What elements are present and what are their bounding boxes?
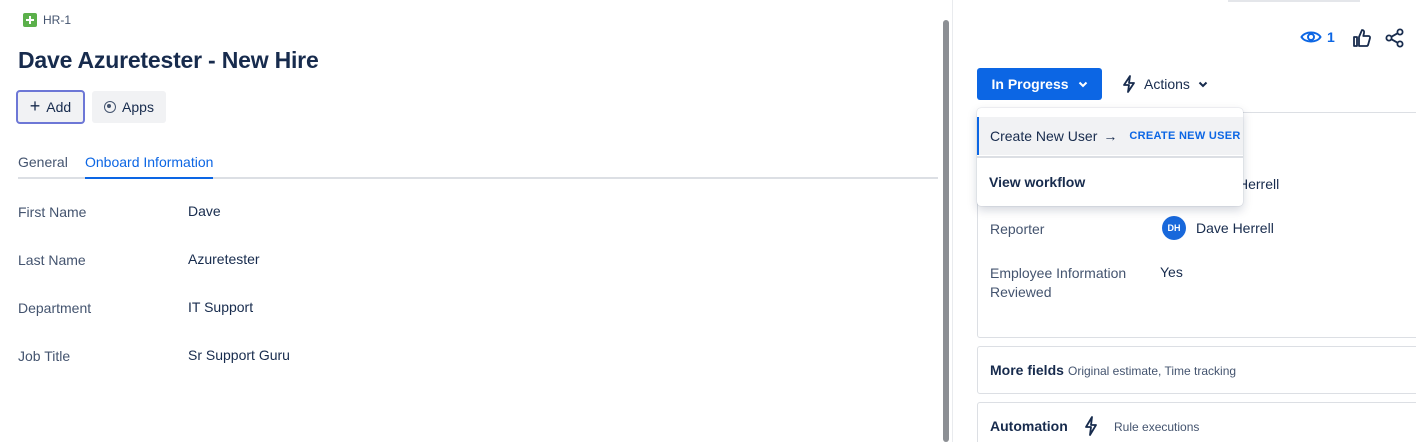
issue-main-panel: HR-1 Dave Azuretester - New Hire + Add A… <box>0 0 940 442</box>
issue-key[interactable]: HR-1 <box>43 13 71 27</box>
tab-bar: General Onboard Information <box>18 154 938 179</box>
share-button[interactable] <box>1385 28 1405 53</box>
first-name-label: First Name <box>18 204 87 220</box>
automation-subtitle: Rule executions <box>1114 420 1200 434</box>
apps-icon <box>104 101 117 113</box>
menu-separator <box>977 156 1243 158</box>
menu-item-view-workflow[interactable]: View workflow <box>989 174 1085 190</box>
watchers-count: 1 <box>1327 29 1335 45</box>
actions-dropdown-menu: Create New User → CREATE NEW USER View w… <box>977 108 1243 206</box>
more-fields-title: More fields <box>990 362 1064 378</box>
watch-button[interactable]: 1 <box>1300 29 1335 45</box>
tab-general[interactable]: General <box>18 154 68 179</box>
plus-icon: + <box>29 96 41 116</box>
top-edge-bar <box>1228 0 1360 2</box>
chevron-down-icon <box>1078 81 1087 87</box>
department-value[interactable]: IT Support <box>188 299 253 315</box>
more-fields-subtitle: Original estimate, Time tracking <box>1068 364 1237 378</box>
page-title[interactable]: Dave Azuretester - New Hire <box>18 47 319 74</box>
eye-icon <box>1300 31 1322 43</box>
automation-title: Automation <box>990 418 1068 434</box>
assignee-value[interactable]: Herrell <box>1238 176 1279 192</box>
share-icon <box>1385 28 1404 48</box>
bolt-icon <box>1123 75 1135 93</box>
job-title-value[interactable]: Sr Support Guru <box>188 347 290 363</box>
status-transition-button[interactable]: In Progress <box>977 68 1102 100</box>
employee-info-reviewed-value[interactable]: Yes <box>1160 264 1183 280</box>
reporter-value[interactable]: Dave Herrell <box>1196 220 1274 236</box>
status-label: In Progress <box>991 76 1069 92</box>
reporter-label: Reporter <box>990 221 1045 237</box>
first-name-value[interactable]: Dave <box>188 203 221 219</box>
last-name-label: Last Name <box>18 252 86 268</box>
transition-lozenge: CREATE NEW USER <box>1129 130 1241 142</box>
job-title-label: Job Title <box>18 348 71 364</box>
issue-type-icon <box>23 13 37 27</box>
menu-item-create-new-user[interactable]: Create New User → CREATE NEW USER <box>977 117 1243 155</box>
thumbs-up-icon <box>1353 29 1371 47</box>
employee-info-reviewed-label-line1: Employee Information <box>990 265 1127 281</box>
breadcrumb[interactable]: HR-1 <box>23 13 71 27</box>
bolt-icon <box>1085 416 1097 436</box>
like-button[interactable] <box>1352 28 1372 53</box>
add-button-label: Add <box>46 99 72 115</box>
add-button[interactable]: + Add <box>16 90 85 124</box>
apps-button[interactable]: Apps <box>92 91 166 123</box>
panel-divider[interactable] <box>952 0 953 442</box>
main-scrollbar[interactable] <box>943 20 949 442</box>
employee-info-reviewed-label-line2: Reviewed <box>990 284 1052 300</box>
department-label: Department <box>18 300 92 316</box>
menu-item-label: Create New User <box>990 128 1098 144</box>
avatar: DH <box>1162 216 1186 240</box>
tab-onboard-information[interactable]: Onboard Information <box>85 154 214 179</box>
chevron-down-icon <box>1198 81 1208 87</box>
last-name-value[interactable]: Azuretester <box>188 251 260 267</box>
apps-button-label: Apps <box>122 99 154 115</box>
actions-button[interactable]: Actions <box>1116 68 1214 100</box>
arrow-right-icon: → <box>1103 128 1118 144</box>
actions-label: Actions <box>1144 76 1190 92</box>
